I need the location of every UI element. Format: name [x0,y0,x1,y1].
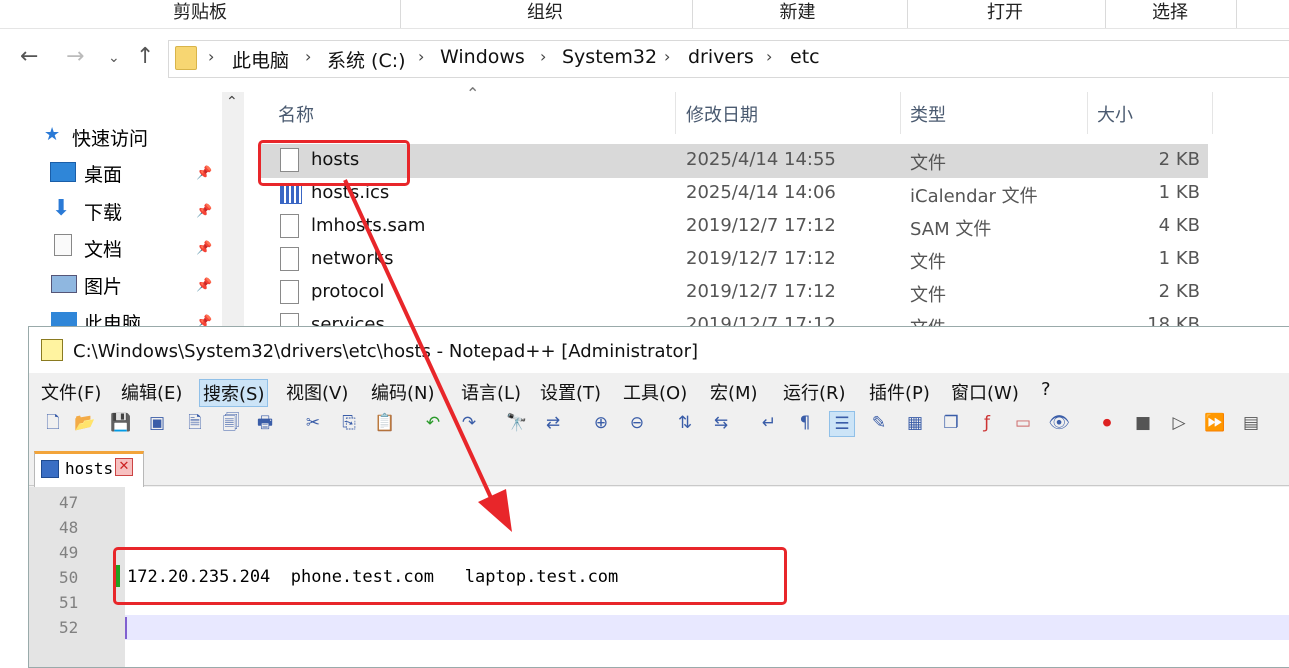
arrow-shaft [343,179,494,501]
annotation-arrow [343,179,512,532]
arrow-head [478,489,512,532]
